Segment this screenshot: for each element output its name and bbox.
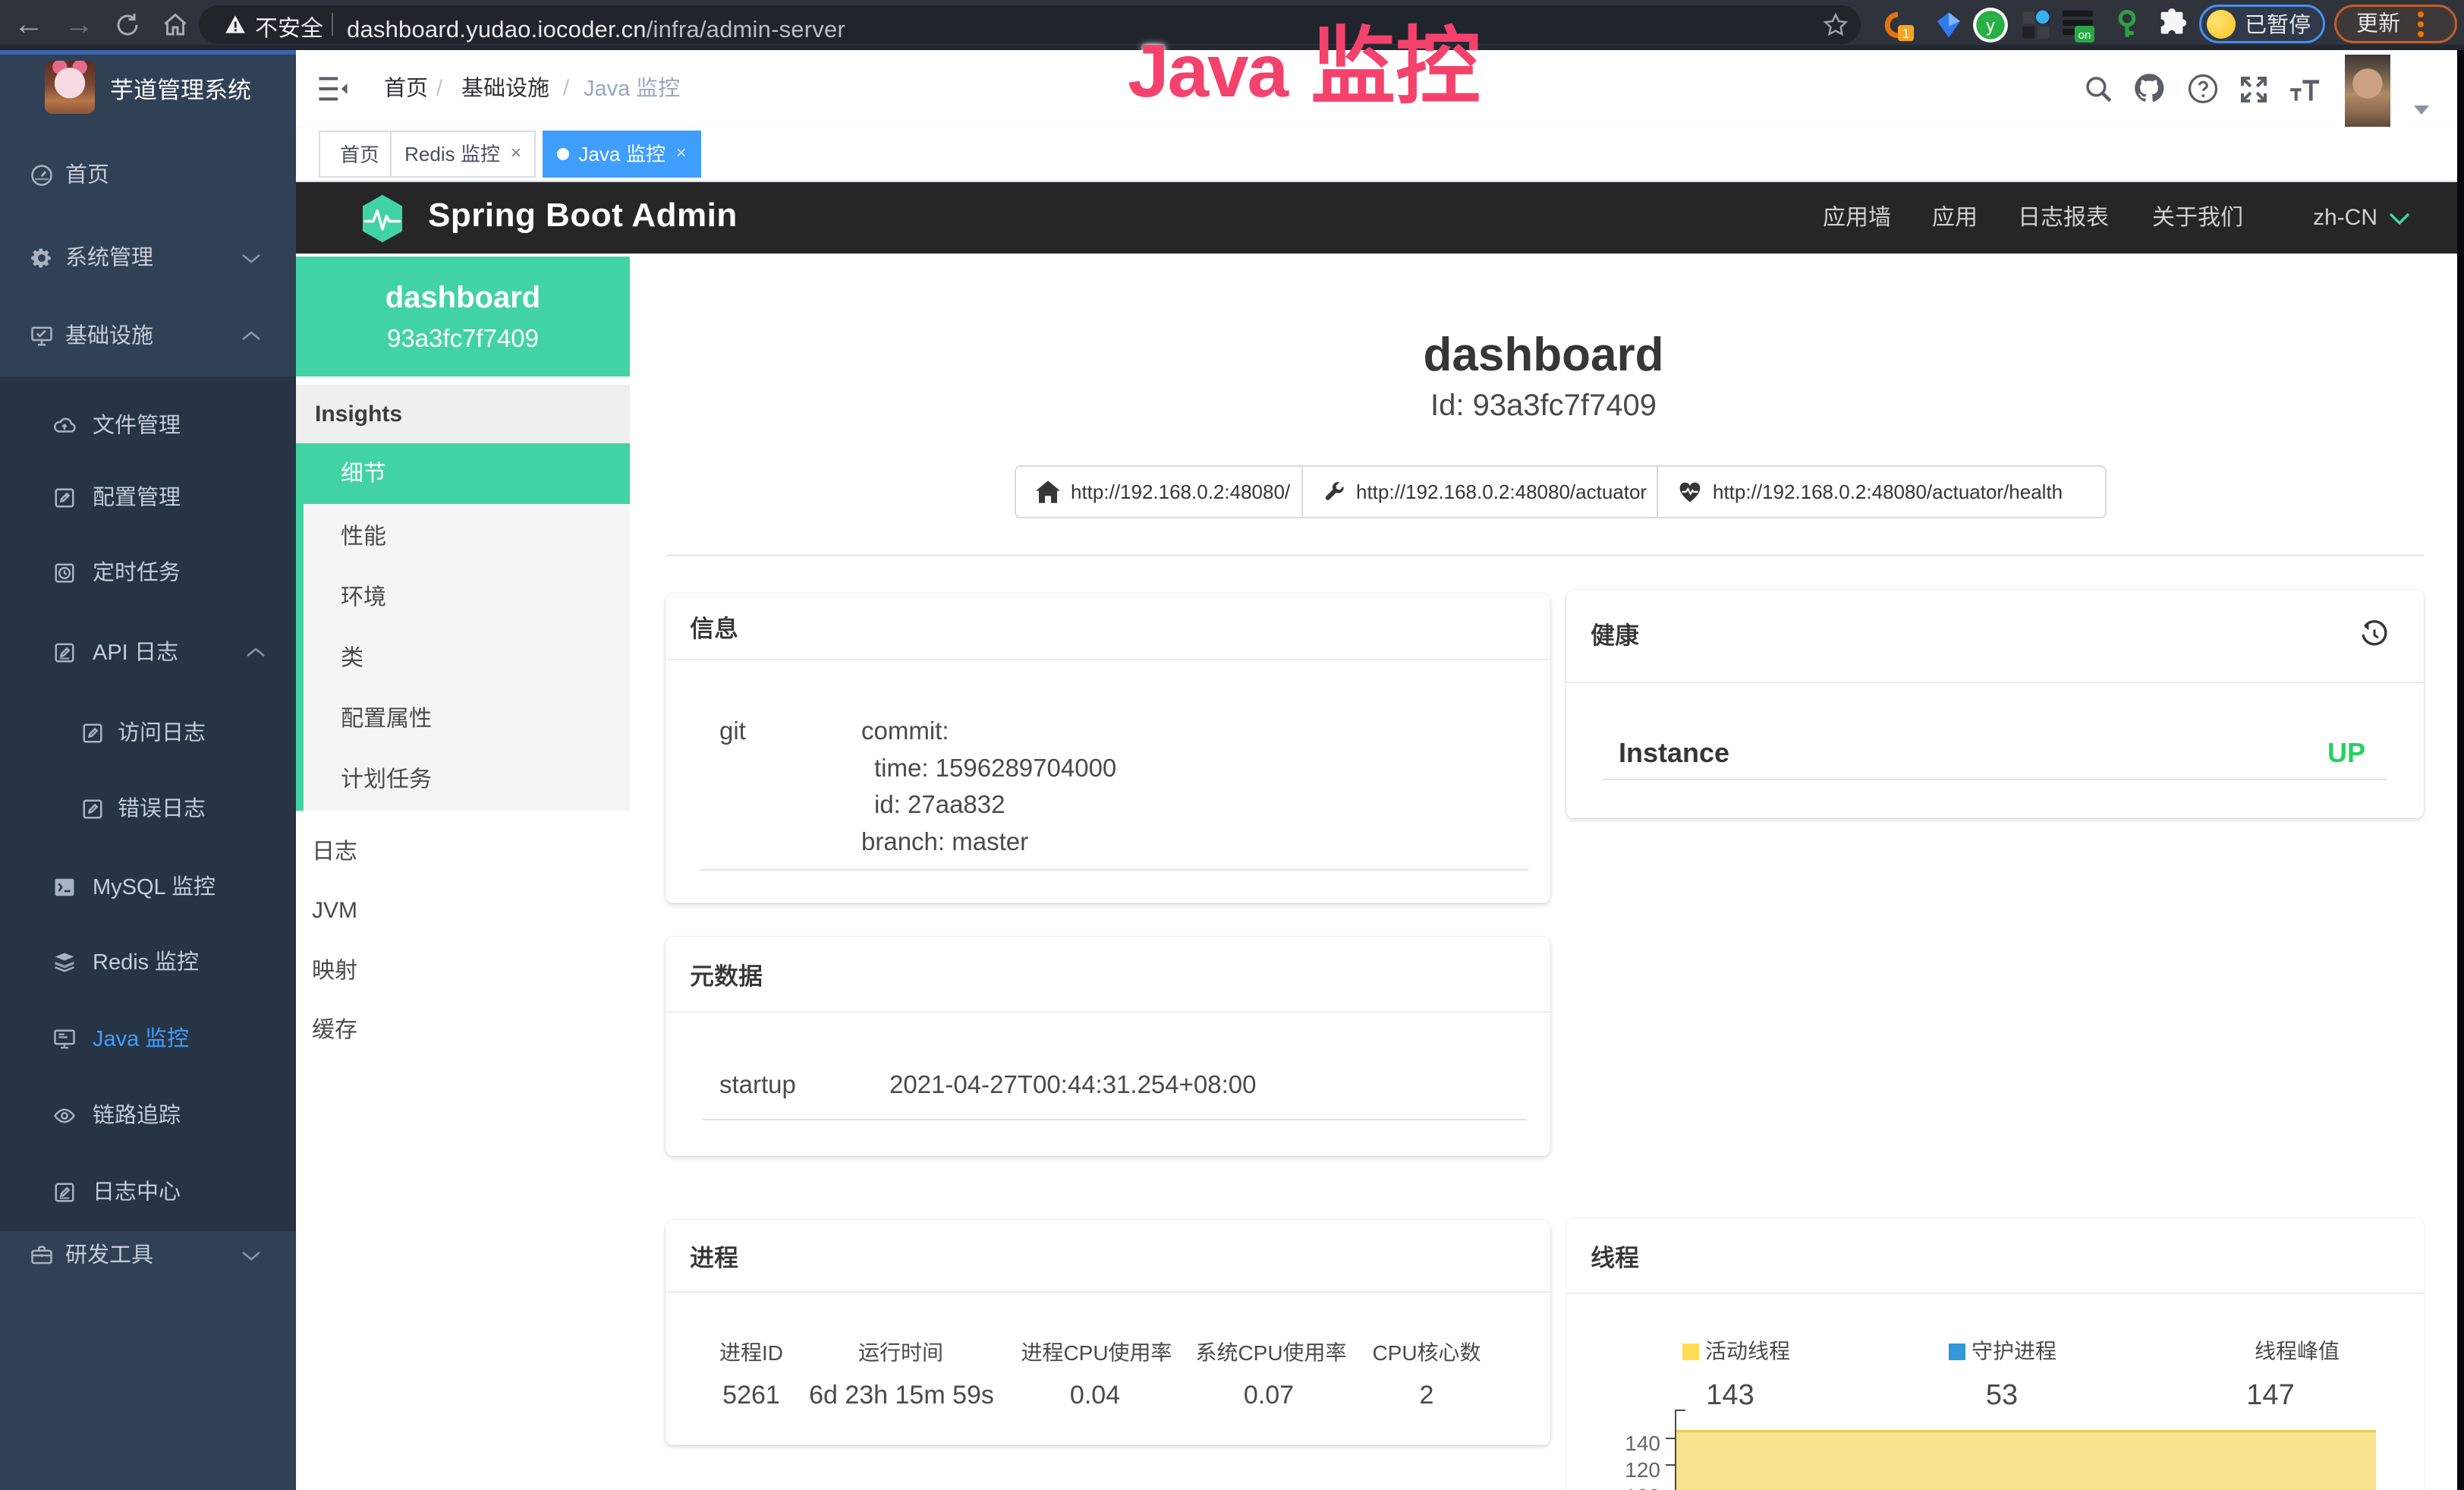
- svg-text:y: y: [1986, 15, 1995, 35]
- svg-text:on: on: [2079, 29, 2091, 42]
- svg-text:1: 1: [1902, 26, 1910, 41]
